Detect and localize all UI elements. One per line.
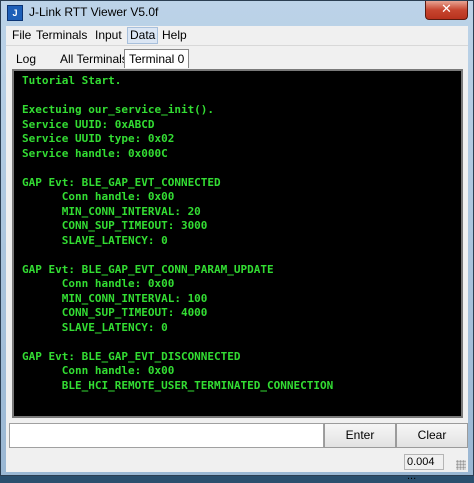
menu-file[interactable]: File: [10, 28, 33, 43]
terminal-line: Exectuing our_service_init().: [22, 103, 215, 116]
enter-button[interactable]: Enter: [324, 423, 396, 448]
terminal-line: SLAVE_LATENCY: 0: [22, 233, 168, 247]
status-time: 0.004 ...: [404, 454, 444, 482]
terminal-line: BLE_HCI_REMOTE_USER_TERMINATED_CONNECTIO…: [22, 378, 334, 392]
input-row: Enter Clear: [6, 422, 468, 450]
terminal-output[interactable]: Tutorial Start. Exectuing our_service_ini…: [12, 69, 463, 418]
terminal-line: GAP Evt: BLE_GAP_EVT_CONNECTED: [22, 175, 221, 189]
terminal-line: Conn handle: 0x00: [22, 364, 175, 377]
terminal-line: MIN_CONN_INTERVAL: 20: [22, 204, 201, 218]
menu-bar: File Terminals Input Data Help: [6, 26, 468, 46]
terminal-line: Conn handle: 0x00: [22, 277, 175, 290]
window-title: J-Link RTT Viewer V5.0f: [29, 5, 159, 19]
terminal-line: SLAVE_LATENCY: 0: [22, 320, 168, 334]
terminal-line: GAP Evt: BLE_GAP_EVT_DISCONNECTED: [22, 349, 241, 363]
menu-data[interactable]: Data: [127, 27, 159, 44]
terminal-line: Conn handle: 0x00: [22, 190, 175, 203]
terminal-line: GAP Evt: BLE_GAP_EVT_CONN_PARAM_UPDATE: [22, 262, 274, 276]
tab-terminal-0[interactable]: Terminal 0: [124, 49, 190, 68]
status-bar: 0.004 ...: [6, 452, 468, 482]
menu-input[interactable]: Input: [93, 28, 124, 43]
jlink-app-icon: J: [7, 5, 23, 21]
rtt-viewer-window: J J-Link RTT Viewer V5.0f ✕ File Termina…: [0, 0, 474, 482]
tab-log[interactable]: Log: [12, 51, 40, 67]
terminal-line: MIN_CONN_INTERVAL: 100: [22, 291, 208, 305]
terminal-tabs: Log All Terminals Terminal 0: [6, 47, 468, 69]
terminal-line: Service UUID: 0xABCD: [22, 117, 155, 131]
terminal-line: CONN_SUP_TIMEOUT: 4000: [22, 306, 208, 319]
resize-grip-icon[interactable]: [456, 460, 466, 470]
title-bar[interactable]: J J-Link RTT Viewer V5.0f ✕: [1, 1, 473, 25]
menu-terminals[interactable]: Terminals: [34, 28, 89, 43]
menu-help[interactable]: Help: [160, 28, 189, 43]
tab-all-terminals[interactable]: All Terminals: [56, 51, 132, 67]
terminal-line: CONN_SUP_TIMEOUT: 3000: [22, 219, 208, 232]
terminal-line: Service handle: 0x000C: [22, 146, 168, 160]
terminal-input-field[interactable]: [9, 423, 324, 448]
close-button[interactable]: ✕: [425, 1, 468, 20]
clear-button[interactable]: Clear: [396, 423, 468, 448]
terminal-line: Tutorial Start.: [22, 74, 122, 87]
client-area: File Terminals Input Data Help Log All T…: [6, 26, 468, 482]
terminal-line: Service UUID type: 0x02: [22, 132, 175, 145]
